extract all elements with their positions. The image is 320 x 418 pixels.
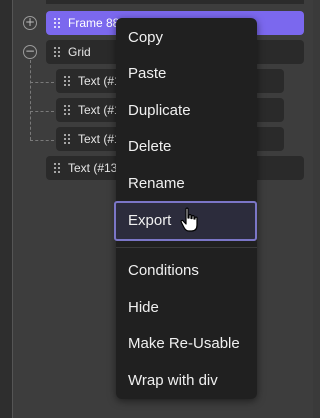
tree-guide-branch	[30, 82, 54, 83]
minus-circle-icon[interactable]: −	[23, 45, 37, 59]
hand-pointer-cursor-icon	[180, 207, 198, 232]
drag-handle-icon[interactable]	[62, 104, 72, 116]
drag-handle-icon[interactable]	[52, 46, 62, 58]
menu-item-copy[interactable]: Copy	[116, 22, 257, 54]
menu-item-duplicate[interactable]: Duplicate	[116, 95, 257, 127]
layer-label-grid: Grid	[68, 45, 91, 59]
menu-divider	[116, 247, 257, 248]
menu-item-make-reusable[interactable]: Make Re-Usable	[116, 328, 257, 360]
layer-label-text: Text (#1	[78, 103, 121, 117]
menu-item-conditions[interactable]: Conditions	[116, 255, 257, 287]
drag-handle-icon[interactable]	[62, 133, 72, 145]
left-edge-strip	[0, 0, 13, 418]
layer-label-frame: Frame 88	[68, 16, 120, 30]
plus-circle-icon[interactable]: +	[23, 16, 37, 30]
menu-item-paste[interactable]: Paste	[116, 58, 257, 90]
drag-handle-icon[interactable]	[62, 75, 72, 87]
layer-label-text: Text (#1	[78, 132, 121, 146]
tree-guide-branch	[30, 140, 54, 141]
layer-label-text: Text (#1	[78, 74, 121, 88]
menu-item-rename[interactable]: Rename	[116, 168, 257, 200]
menu-item-export-label: Export	[128, 212, 172, 229]
menu-item-hide[interactable]: Hide	[116, 292, 257, 324]
tree-guide-branch	[30, 111, 54, 112]
layer-row-clipped-top	[46, 0, 304, 4]
app-window: + − Frame 88 Grid Text (#1 Text (#1 Text…	[0, 0, 313, 418]
drag-handle-icon[interactable]	[52, 17, 62, 29]
tree-guide-vertical	[30, 60, 31, 140]
menu-item-wrap-with-div[interactable]: Wrap with div	[116, 365, 257, 397]
menu-item-delete[interactable]: Delete	[116, 131, 257, 163]
drag-handle-icon[interactable]	[52, 162, 62, 174]
layer-label-text: Text (#13	[68, 161, 118, 175]
